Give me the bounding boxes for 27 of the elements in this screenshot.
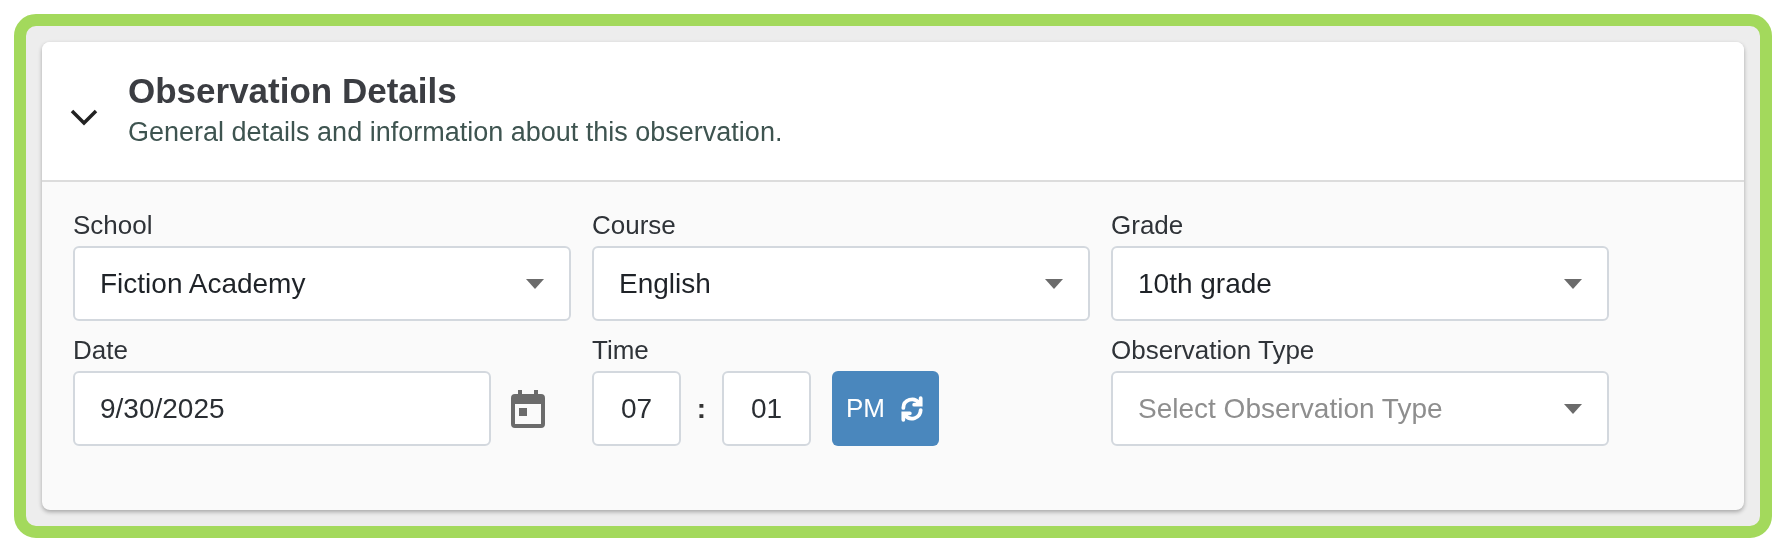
- caret-icon: [1045, 278, 1063, 289]
- caret-icon: [526, 278, 544, 289]
- refresh-icon: [899, 395, 925, 422]
- date-field[interactable]: 9/30/2025: [73, 371, 491, 446]
- field-label: Grade: [1111, 209, 1185, 242]
- caret-icon: [1564, 403, 1582, 414]
- select-value: English: [619, 266, 711, 301]
- field-label: Time: [592, 334, 650, 367]
- hour-field[interactable]: 07: [592, 371, 681, 446]
- panel-title: Observation Details: [128, 70, 458, 112]
- select-value: 10th grade: [1138, 266, 1272, 301]
- select-placeholder: Select Observation Type: [1138, 391, 1443, 426]
- field-label: School: [73, 209, 154, 242]
- field-label: Observation Type: [1111, 334, 1316, 367]
- select-field[interactable]: English: [592, 246, 1090, 321]
- select-field[interactable]: Fiction Academy: [73, 246, 571, 321]
- meridiem-toggle-button[interactable]: PM: [832, 371, 939, 446]
- select-field[interactable]: 10th grade: [1111, 246, 1609, 321]
- chevron-icon[interactable]: [70, 108, 98, 126]
- caret-icon: [1564, 278, 1582, 289]
- field-label: Course: [592, 209, 677, 242]
- select-value: Fiction Academy: [100, 266, 306, 301]
- time-separator: :: [695, 391, 708, 426]
- panel-subtitle: General details and information about this observation.: [128, 116, 783, 149]
- calendar-icon[interactable]: [511, 389, 545, 428]
- field-label: Date: [73, 334, 129, 367]
- minute-field[interactable]: 01: [722, 371, 811, 446]
